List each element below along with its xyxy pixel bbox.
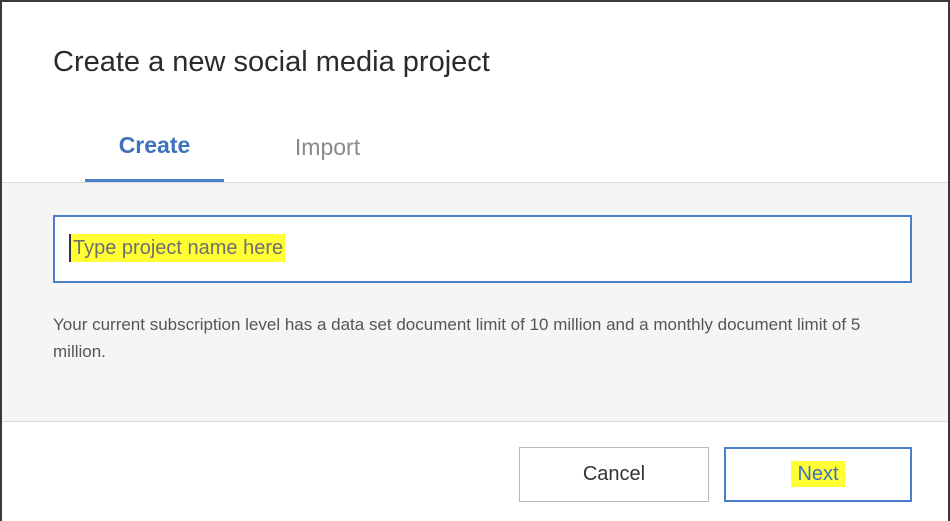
tab-import-label: Import	[294, 134, 361, 160]
next-button[interactable]: Next	[724, 447, 912, 502]
create-project-dialog: Create a new social media project Create…	[0, 0, 950, 521]
tab-create[interactable]: Create	[85, 120, 224, 182]
cancel-button[interactable]: Cancel	[519, 447, 709, 502]
dialog-title: Create a new social media project	[53, 46, 490, 78]
dialog-body: Type project name here Your current subs…	[2, 183, 948, 422]
tab-create-label: Create	[118, 132, 191, 158]
tab-import[interactable]: Import	[260, 120, 395, 182]
subscription-info-text: Your current subscription level has a da…	[53, 315, 861, 361]
next-button-label: Next	[791, 461, 845, 487]
project-name-input[interactable]	[53, 215, 912, 283]
dialog-header: Create a new social media project Create…	[2, 2, 948, 183]
dialog-footer: Cancel Next	[2, 422, 948, 521]
